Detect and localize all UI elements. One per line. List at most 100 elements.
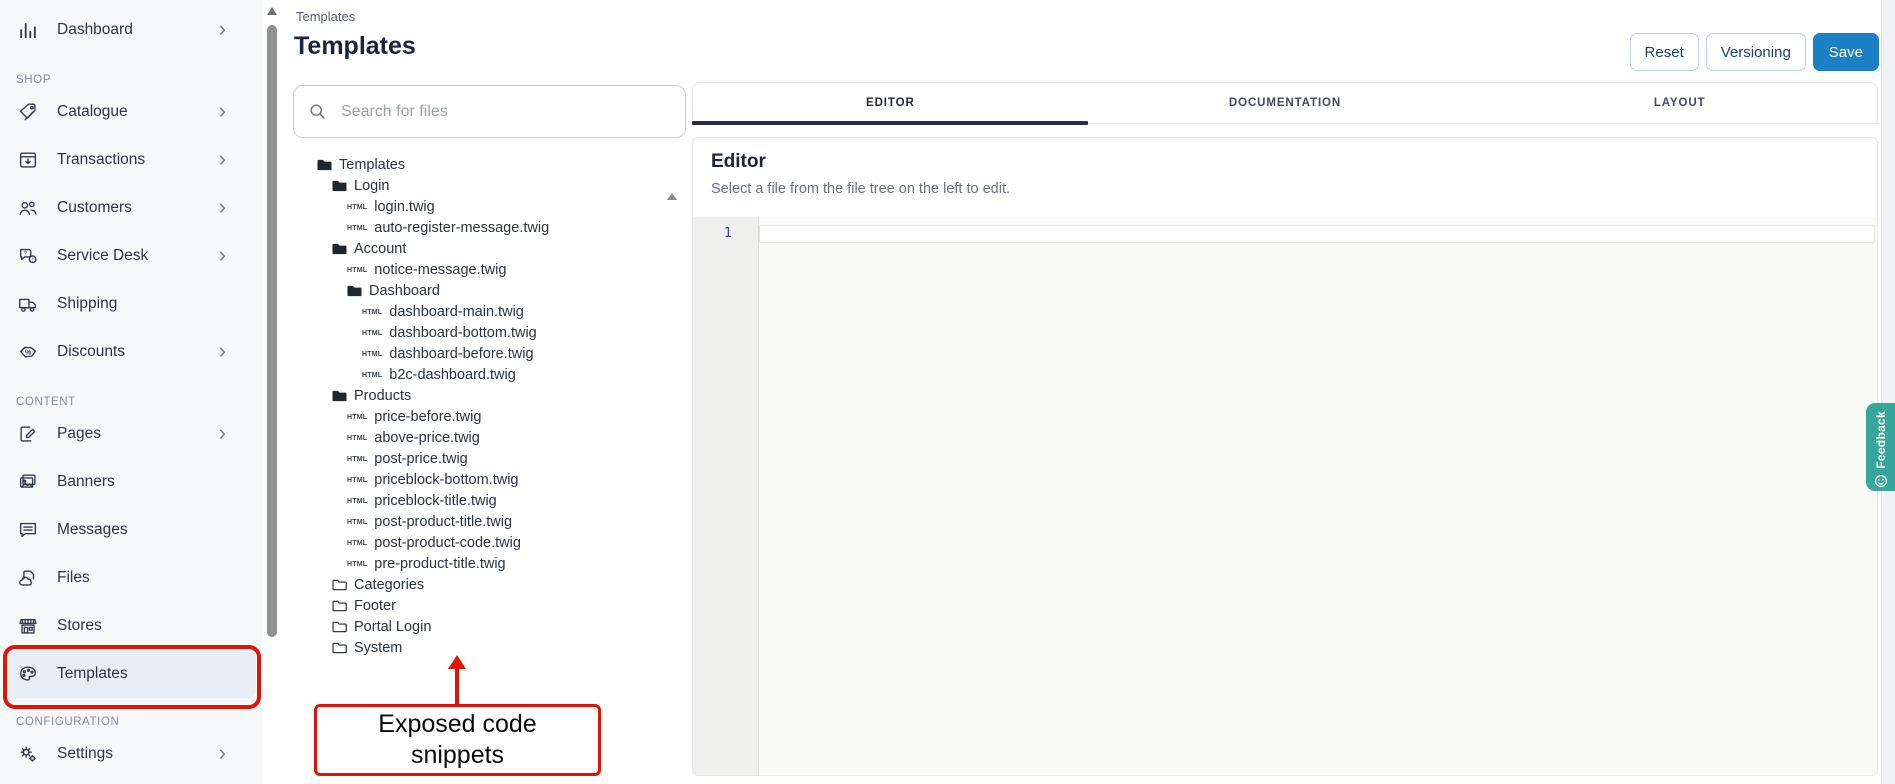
file-search <box>293 85 686 138</box>
html-file-icon: HTML <box>362 372 382 379</box>
versioning-button[interactable]: Versioning <box>1706 33 1806 71</box>
tree-item-label: post-product-title.twig <box>374 514 512 530</box>
page-scrollbar-track[interactable] <box>1881 0 1895 784</box>
tab-layout[interactable]: LAYOUT <box>1482 83 1877 123</box>
tree-folder-account[interactable]: Account <box>293 238 679 259</box>
html-file-icon: HTML <box>347 204 367 211</box>
html-file-icon: HTML <box>347 519 367 526</box>
sidebar-item-customers[interactable]: Customers › <box>6 184 256 232</box>
tree-file-pre-product-title-twig[interactable]: HTMLpre-product-title.twig <box>293 553 679 574</box>
reset-button[interactable]: Reset <box>1630 33 1699 71</box>
messages-icon <box>16 518 40 542</box>
tree-folder-dashboard[interactable]: Dashboard <box>293 280 679 301</box>
sidebar-item-service-desk[interactable]: ?! Service Desk › <box>6 232 256 280</box>
sidebar-item-dashboard[interactable]: Dashboard › <box>6 6 256 54</box>
tree-file-priceblock-title-twig[interactable]: HTMLpriceblock-title.twig <box>293 490 679 511</box>
tree-file-dashboard-main-twig[interactable]: HTML dashboard-main.twig <box>293 301 679 322</box>
sidebar-item-label: Catalogue <box>57 103 202 121</box>
tree-item-label: post-price.twig <box>374 451 467 467</box>
tree-file-auto-register-message-twig[interactable]: HTMLauto-register-message.twig <box>293 217 679 238</box>
tree-file-price-before-twig[interactable]: HTMLprice-before.twig <box>293 406 679 427</box>
sidebar-item-label: Service Desk <box>57 247 202 265</box>
discounts-icon: % <box>16 340 40 364</box>
tree-file-post-price-twig[interactable]: HTMLpost-price.twig <box>293 448 679 469</box>
sidebar-section-shop: SHOP <box>0 66 262 86</box>
tree-folder-login[interactable]: Login <box>293 175 679 196</box>
scrollbar-thumb[interactable] <box>267 25 277 637</box>
folder-open-icon <box>332 179 347 193</box>
tree-file-post-product-code-twig[interactable]: HTMLpost-product-code.twig <box>293 532 679 553</box>
tree-file-dashboard-bottom-twig[interactable]: HTMLdashboard-bottom.twig <box>293 322 679 343</box>
tree-file-priceblock-bottom-twig[interactable]: HTMLpriceblock-bottom.twig <box>293 469 679 490</box>
dashboard-icon <box>16 18 40 42</box>
tree-item-label: Products <box>354 388 411 404</box>
tree-file-post-product-title-twig[interactable]: HTML post-product-title.twig <box>293 511 679 532</box>
sidebar-item-label: Templates <box>57 665 226 683</box>
search-icon <box>308 102 327 121</box>
folder-closed-icon <box>332 641 347 655</box>
svg-text:%: % <box>25 347 32 356</box>
tree-item-label: Login <box>354 178 389 194</box>
sidebar-item-files[interactable]: Files <box>6 554 256 602</box>
sidebar-item-settings[interactable]: Settings › <box>6 730 256 778</box>
tree-folder-products[interactable]: Products <box>293 385 679 406</box>
templates-icon <box>16 662 40 686</box>
tree-folder-system[interactable]: System <box>293 637 679 658</box>
tab-bar: EDITOR DOCUMENTATION LAYOUT <box>692 82 1878 124</box>
save-button[interactable]: Save <box>1813 33 1879 71</box>
app-root: Dashboard › SHOP Catalogue › Transaction… <box>0 0 1895 784</box>
folder-closed-icon <box>332 620 347 634</box>
tree-file-notice-message-twig[interactable]: HTMLnotice-message.twig <box>293 259 679 280</box>
sidebar-item-pages[interactable]: Pages › <box>6 410 256 458</box>
smiley-icon <box>1874 474 1888 488</box>
folder-open-icon <box>332 242 347 256</box>
catalogue-icon <box>16 100 40 124</box>
breadcrumb[interactable]: Templates <box>296 9 355 24</box>
scroll-up-arrow-icon[interactable] <box>267 7 277 15</box>
active-line[interactable] <box>759 225 1875 243</box>
tree-folder-portal-login[interactable]: Portal Login <box>293 616 679 637</box>
sidebar-item-catalogue[interactable]: Catalogue › <box>6 88 256 136</box>
tree-folder-templates[interactable]: Templates <box>293 154 679 175</box>
html-file-icon: HTML <box>347 561 367 568</box>
tree-scroll-up-arrow-icon[interactable] <box>667 193 677 200</box>
tree-file-above-price-twig[interactable]: HTMLabove-price.twig <box>293 427 679 448</box>
html-file-icon: HTML <box>362 309 382 316</box>
tree-item-label: login.twig <box>374 199 434 215</box>
pages-icon <box>16 422 40 446</box>
code-editor[interactable]: 1 <box>693 217 1877 775</box>
chevron-right-icon: › <box>219 340 226 362</box>
sidebar-item-templates[interactable]: Templates <box>6 650 256 698</box>
sidebar-item-discounts[interactable]: % Discounts › <box>6 328 256 376</box>
sidebar-item-banners[interactable]: Banners <box>6 458 256 506</box>
chevron-right-icon: › <box>219 742 226 764</box>
sidebar-item-label: Customers <box>57 199 202 217</box>
tree-item-label: dashboard-main.twig <box>389 304 524 320</box>
tree-folder-footer[interactable]: Footer <box>293 595 679 616</box>
sidebar-item-messages[interactable]: Messages <box>6 506 256 554</box>
tree-item-label: Account <box>354 241 406 257</box>
chevron-right-icon: › <box>219 148 226 170</box>
feedback-tab[interactable]: Feedback <box>1866 403 1895 491</box>
chevron-right-icon: › <box>219 422 226 444</box>
sidebar-section-content: CONTENT <box>0 388 262 408</box>
code-content[interactable] <box>759 217 1877 775</box>
shipping-icon <box>16 292 40 316</box>
sidebar-scrollbar[interactable] <box>264 0 280 660</box>
sidebar-item-label: Messages <box>57 521 226 539</box>
tree-file-b2c-dashboard-twig[interactable]: HTMLb2c-dashboard.twig <box>293 364 679 385</box>
tree-file-login-twig[interactable]: HTML login.twig <box>293 196 679 217</box>
sidebar-item-transactions[interactable]: Transactions › <box>6 136 256 184</box>
customers-icon <box>16 196 40 220</box>
banners-icon <box>16 470 40 494</box>
search-input[interactable] <box>339 102 671 122</box>
tree-folder-categories[interactable]: Categories <box>293 574 679 595</box>
sidebar-item-stores[interactable]: Stores <box>6 602 256 650</box>
tree-item-label: price-before.twig <box>374 409 481 425</box>
tree-file-dashboard-before-twig[interactable]: HTMLdashboard-before.twig <box>293 343 679 364</box>
sidebar-item-shipping[interactable]: Shipping <box>6 280 256 328</box>
html-file-icon: HTML <box>362 351 382 358</box>
annotation-arrow-head <box>448 655 466 669</box>
tab-editor[interactable]: EDITOR <box>693 83 1088 123</box>
tab-documentation[interactable]: DOCUMENTATION <box>1088 83 1483 123</box>
